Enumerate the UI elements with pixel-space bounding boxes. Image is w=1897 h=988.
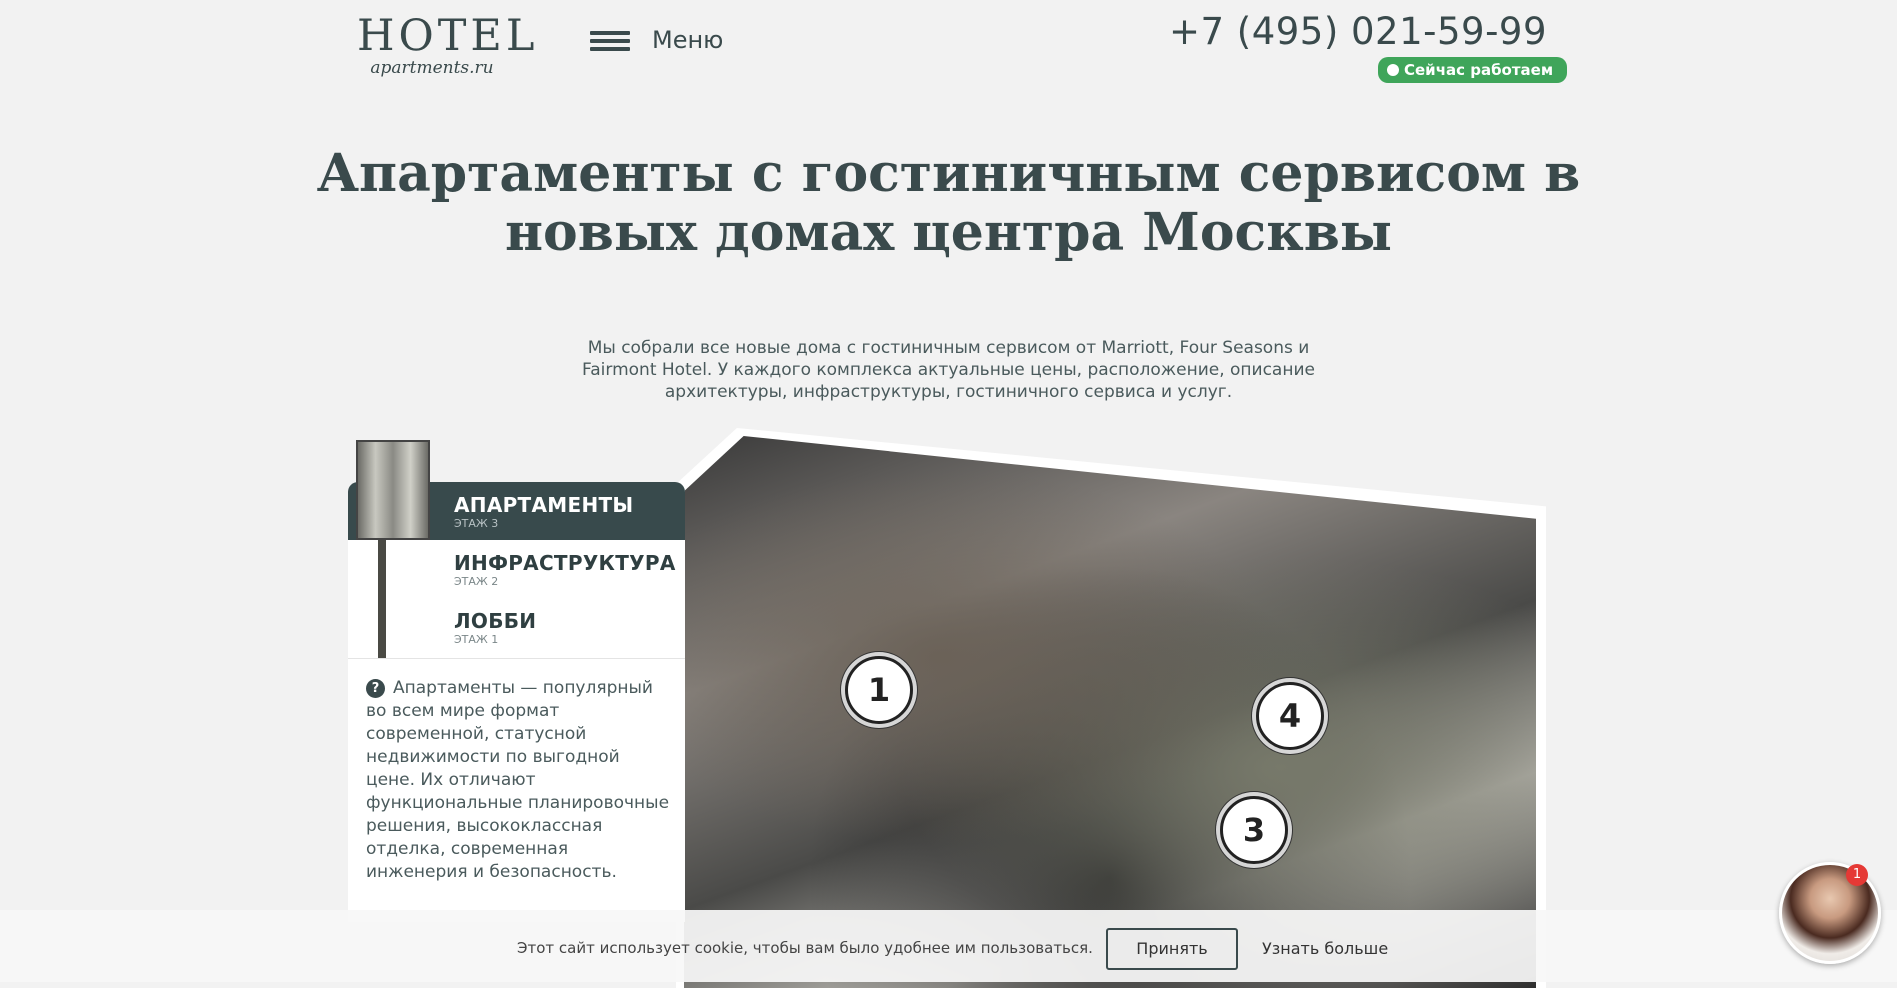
- menu-button[interactable]: Меню: [590, 26, 723, 54]
- page-title: Апартаменты с гостиничным сервисом в нов…: [316, 143, 1581, 263]
- logo-sub-text: apartments.ru: [370, 58, 494, 78]
- logo[interactable]: HOTEL apartments.ru: [357, 11, 539, 86]
- help-text: Апартаменты — популярный во всем мире фо…: [366, 678, 670, 882]
- marker-1[interactable]: 1: [845, 656, 913, 724]
- page-subtitle: Мы собрали все новые дома с гостиничным …: [582, 338, 1315, 402]
- floor-title: ЛОББИ: [454, 609, 537, 633]
- floor-item-infrastructure[interactable]: ИНФРАСТРУКТУРА ЭТАЖ 2: [348, 540, 685, 598]
- floor-sub: ЭТАЖ 1: [454, 633, 499, 646]
- floor-panel: АПАРТАМЕНТЫ ЭТАЖ 3 ИНФРАСТРУКТУРА ЭТАЖ 2…: [348, 482, 685, 922]
- status-text: Сейчас работаем: [1404, 61, 1554, 79]
- chat-notification-badge: 1: [1846, 864, 1868, 886]
- status-badge: Сейчас работаем: [1378, 57, 1568, 83]
- floor-item-lobby[interactable]: ЛОББИ ЭТАЖ 1: [348, 598, 685, 656]
- cookie-more-link[interactable]: Узнать больше: [1262, 939, 1388, 958]
- status-dot-icon: [1387, 64, 1399, 76]
- apartment-render-image: [684, 436, 1536, 988]
- cookie-text: Этот сайт использует cookie, чтобы вам б…: [517, 939, 1093, 957]
- hamburger-icon: [590, 28, 630, 52]
- marker-3[interactable]: 3: [1220, 796, 1288, 864]
- floor-title: ИНФРАСТРУКТУРА: [454, 551, 676, 575]
- floor-title: АПАРТАМЕНТЫ: [454, 493, 634, 517]
- elevator-icon: [356, 440, 430, 540]
- cookie-accept-button[interactable]: Принять: [1106, 928, 1238, 970]
- divider: [348, 658, 685, 659]
- marker-4[interactable]: 4: [1256, 682, 1324, 750]
- elevator-shaft: [378, 540, 386, 658]
- floor-sub: ЭТАЖ 3: [454, 517, 499, 530]
- phone-link[interactable]: +7 (495) 021-59-99: [1169, 10, 1547, 53]
- logo-main-text: HOTEL: [357, 11, 539, 61]
- question-icon: ?: [366, 679, 385, 698]
- apartment-photo: [676, 428, 1546, 988]
- help-text-block: ? Апартаменты — популярный во всем мире ф…: [366, 677, 671, 884]
- floor-sub: ЭТАЖ 2: [454, 575, 499, 588]
- menu-label: Меню: [652, 26, 724, 54]
